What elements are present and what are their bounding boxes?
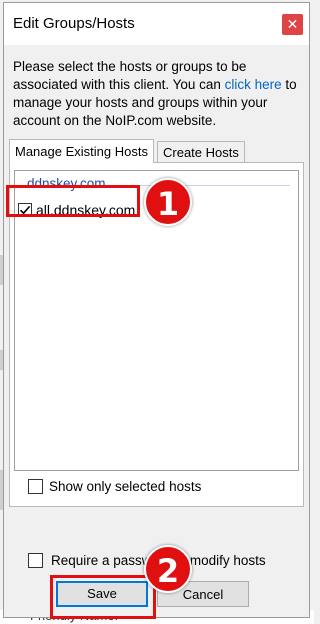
close-icon: ✕ (286, 16, 299, 32)
intro-text-before: Please select the hosts or groups to be … (13, 59, 247, 92)
host-highlight-box (6, 185, 140, 217)
tab-create-hosts[interactable]: Create Hosts (157, 141, 245, 162)
show-only-selected-checkbox[interactable] (28, 479, 43, 494)
dialog-title: Edit Groups/Hosts (13, 15, 135, 32)
show-only-selected-label: Show only selected hosts (49, 479, 202, 494)
show-only-selected-option[interactable]: Show only selected hosts (22, 479, 201, 494)
tab-manage-existing-hosts[interactable]: Manage Existing Hosts (9, 139, 154, 163)
require-password-checkbox[interactable] (28, 553, 43, 568)
require-password-option[interactable]: Require a password to modify hosts (20, 553, 266, 568)
step-2-marker: 2 (144, 545, 192, 593)
click-here-link[interactable]: click here (225, 77, 282, 92)
intro-text: Please select the hosts or groups to be … (13, 58, 303, 130)
tab-strip: Manage Existing Hosts Create Hosts (9, 139, 304, 163)
close-button[interactable]: ✕ (282, 14, 303, 35)
edit-groups-hosts-dialog: Edit Groups/Hosts ✕ Please select the ho… (3, 2, 310, 618)
step-1-marker: 1 (144, 178, 192, 226)
save-highlight-box (50, 575, 156, 619)
title-bar: Edit Groups/Hosts ✕ (4, 3, 309, 45)
